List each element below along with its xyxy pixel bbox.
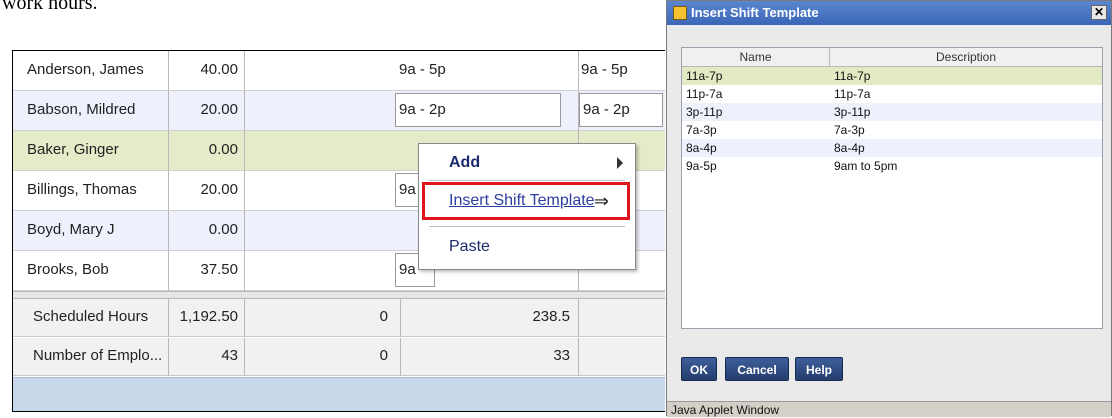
employee-name: Baker, Ginger xyxy=(13,131,169,171)
menu-item-label: Add xyxy=(449,154,481,171)
schedule-row[interactable]: Babson, Mildred 20.00 9a - 2p 9a - 2p xyxy=(13,91,665,131)
template-description: 11a-7p xyxy=(834,69,871,83)
employee-name: Babson, Mildred xyxy=(13,91,169,131)
employee-hours: 0.00 xyxy=(169,211,245,251)
employee-name: Boyd, Mary J xyxy=(13,211,169,251)
menu-divider xyxy=(429,226,625,227)
ok-button[interactable]: OK xyxy=(681,357,717,381)
cancel-button[interactable]: Cancel xyxy=(725,357,789,381)
menu-item-add[interactable]: Add xyxy=(419,148,635,178)
template-description: 8a-4p xyxy=(834,141,865,155)
totals-value: 238.5 xyxy=(401,299,579,337)
shift-cell[interactable]: 9a - 5p xyxy=(245,51,579,91)
employee-hours: 0.00 xyxy=(169,131,245,171)
employee-hours: 20.00 xyxy=(169,171,245,211)
template-description: 9am to 5pm xyxy=(834,159,898,173)
dialog-title: Insert Shift Template xyxy=(691,5,819,20)
help-button[interactable]: Help xyxy=(795,357,843,381)
grid-footer-bar xyxy=(13,377,665,411)
totals-row: Scheduled Hours 1,192.50 0 238.5 xyxy=(13,299,665,337)
menu-item-insert-shift-template[interactable]: Insert Shift Template ⇒ xyxy=(422,182,630,220)
menu-item-paste[interactable]: Paste xyxy=(419,232,635,262)
employee-hours: 20.00 xyxy=(169,91,245,131)
shift-box[interactable]: 9a - 2p xyxy=(579,93,663,127)
template-description: 7a-3p xyxy=(834,123,865,137)
shift-box[interactable]: 9a - 2p xyxy=(395,93,561,127)
template-name: 11a-7p xyxy=(686,69,723,83)
table-row[interactable]: 7a-3p 7a-3p xyxy=(682,121,1102,139)
totals-row: Number of Emplo... 43 0 33 xyxy=(13,338,665,376)
template-description: 3p-11p xyxy=(834,105,871,119)
totals-value: 0 xyxy=(245,299,401,337)
template-description: 11p-7a xyxy=(834,87,871,101)
employee-hours: 37.50 xyxy=(169,251,245,291)
template-name: 8a-4p xyxy=(686,141,717,155)
java-app-icon xyxy=(673,6,687,20)
table-row[interactable]: 11p-7a 11p-7a xyxy=(682,85,1102,103)
submenu-arrow-icon xyxy=(617,157,623,169)
close-icon[interactable]: ✕ xyxy=(1091,5,1107,20)
totals-value: 0 xyxy=(245,338,401,376)
totals-value: 33 xyxy=(401,338,579,376)
context-menu: Add Insert Shift Template ⇒ Paste xyxy=(418,143,636,270)
table-row-selected[interactable]: 11a-7p 11a-7p xyxy=(682,67,1102,85)
template-name: 3p-11p xyxy=(686,105,723,119)
totals-label: Number of Emplo... xyxy=(13,338,169,376)
table-row[interactable]: 8a-4p 8a-4p xyxy=(682,139,1102,157)
document-text: work hours. xyxy=(2,0,98,14)
employee-hours: 40.00 xyxy=(169,51,245,91)
right-arrow-icon: ⇒ xyxy=(593,191,609,211)
schedule-row[interactable]: Anderson, James 40.00 9a - 5p 9a - 5p xyxy=(13,51,665,91)
employee-name: Anderson, James xyxy=(13,51,169,91)
template-name: 11p-7a xyxy=(686,87,723,101)
table-header: Name Description xyxy=(682,48,1102,67)
shift-cell[interactable]: 9a - 2p xyxy=(579,91,665,131)
table-row[interactable]: 9a-5p 9am to 5pm xyxy=(682,157,1102,175)
template-name: 9a-5p xyxy=(686,159,717,173)
totals-hours: 1,192.50 xyxy=(169,299,245,337)
employee-name: Billings, Thomas xyxy=(13,171,169,211)
dialog-titlebar[interactable]: Insert Shift Template ✕ xyxy=(667,1,1111,25)
menu-divider xyxy=(429,180,625,181)
menu-item-label: Insert Shift Template xyxy=(449,192,595,209)
grid-separator xyxy=(13,291,665,299)
totals-label: Scheduled Hours xyxy=(13,299,169,337)
insert-shift-template-dialog: Insert Shift Template ✕ Name Description… xyxy=(666,0,1112,417)
totals-hours: 43 xyxy=(169,338,245,376)
template-name: 7a-3p xyxy=(686,123,717,137)
shift-cell[interactable]: 9a - 5p xyxy=(579,51,665,91)
table-row[interactable]: 3p-11p 3p-11p xyxy=(682,103,1102,121)
totals-value xyxy=(579,338,665,376)
shift-cell[interactable]: 9a - 2p xyxy=(245,91,579,131)
column-header-description[interactable]: Description xyxy=(830,48,1102,66)
column-header-name[interactable]: Name xyxy=(682,48,830,66)
employee-name: Brooks, Bob xyxy=(13,251,169,291)
applet-status-bar: Java Applet Window xyxy=(667,401,1111,417)
totals-value xyxy=(579,299,665,337)
template-table: Name Description 11a-7p 11a-7p 11p-7a 11… xyxy=(681,47,1103,329)
